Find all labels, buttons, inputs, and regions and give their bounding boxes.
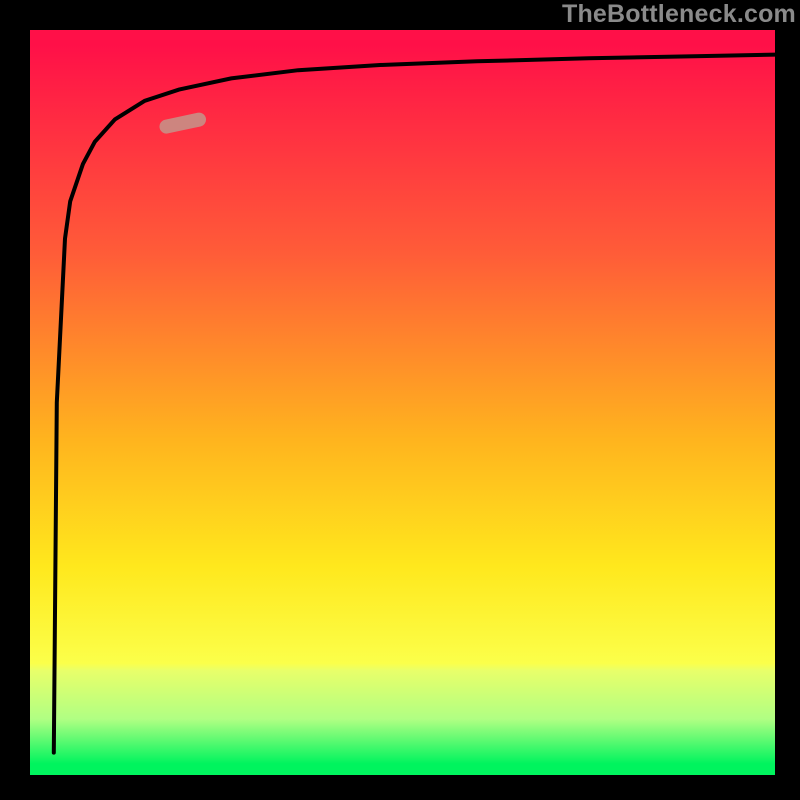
frame-right — [775, 0, 800, 800]
frame-left — [0, 0, 30, 800]
plot-area — [30, 30, 775, 775]
chart-stage: TheBottleneck.com — [0, 0, 800, 800]
watermark-text: TheBottleneck.com — [562, 0, 796, 29]
frame-bottom — [0, 775, 800, 800]
